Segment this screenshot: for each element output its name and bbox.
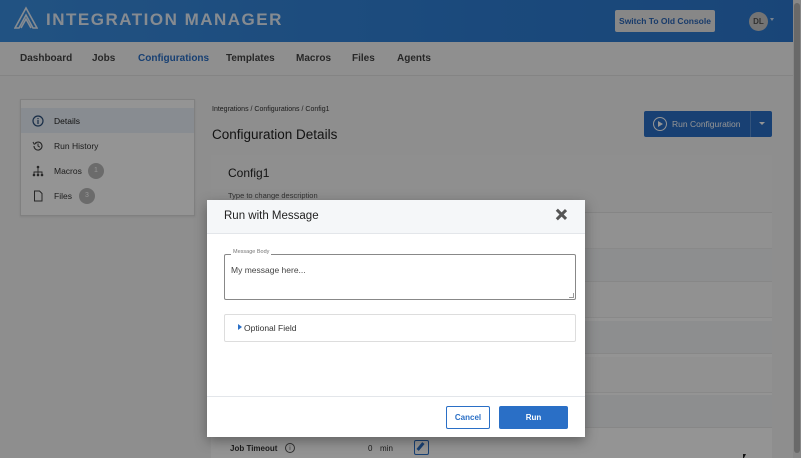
message-body-textarea[interactable] bbox=[224, 254, 576, 300]
run-with-message-dialog: Run with Message Message Body My message… bbox=[207, 200, 585, 437]
run-button[interactable]: Run bbox=[499, 406, 568, 429]
message-body-placeholder[interactable]: My message here... bbox=[231, 265, 306, 275]
dialog-title: Run with Message bbox=[224, 210, 319, 222]
mouse-cursor-icon bbox=[743, 454, 746, 458]
optional-field-label[interactable]: Optional Field bbox=[244, 323, 296, 333]
close-icon[interactable] bbox=[553, 207, 569, 223]
cancel-button[interactable]: Cancel bbox=[446, 406, 490, 429]
dialog-header: Run with Message bbox=[207, 200, 585, 234]
message-body-label: Message Body bbox=[231, 249, 272, 255]
resize-handle-icon[interactable] bbox=[569, 293, 574, 298]
caret-right-icon[interactable] bbox=[238, 324, 242, 330]
